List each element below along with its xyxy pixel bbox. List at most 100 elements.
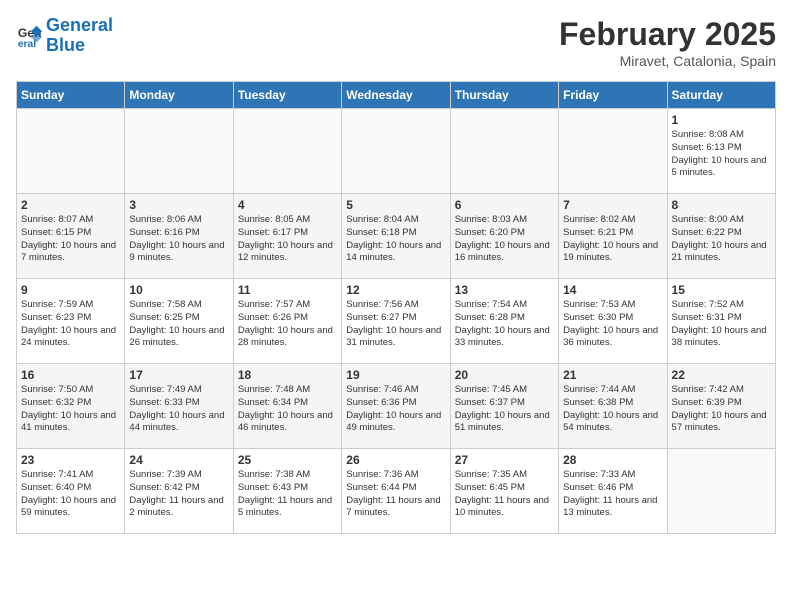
cell-info: Sunrise: 7:54 AM Sunset: 6:28 PM Dayligh… bbox=[455, 299, 554, 350]
day-number: 3 bbox=[129, 198, 228, 212]
calendar-cell: 22Sunrise: 7:42 AM Sunset: 6:39 PM Dayli… bbox=[667, 364, 775, 449]
header-sunday: Sunday bbox=[17, 82, 125, 109]
day-number: 19 bbox=[346, 368, 445, 382]
logo-text: GeneralBlue bbox=[46, 16, 113, 56]
calendar-week-2: 2 Sunrise: 8:07 AM Sunset: 6:15 PM Daylig… bbox=[17, 194, 776, 279]
day-number: 18 bbox=[238, 368, 337, 382]
day-number: 23 bbox=[21, 453, 120, 467]
calendar-table: SundayMondayTuesdayWednesdayThursdayFrid… bbox=[16, 81, 776, 534]
cell-info: Sunrise: 8:02 AM Sunset: 6:21 PM Dayligh… bbox=[563, 214, 662, 265]
calendar-cell: 28 Sunrise: 7:33 AM Sunset: 6:46 PM Dayli… bbox=[559, 449, 667, 534]
calendar-week-1: 1Sunrise: 8:08 AM Sunset: 6:13 PM Daylig… bbox=[17, 109, 776, 194]
calendar-cell: 20 Sunrise: 7:45 AM Sunset: 6:37 PM Dayli… bbox=[450, 364, 558, 449]
header-thursday: Thursday bbox=[450, 82, 558, 109]
calendar-cell: 15Sunrise: 7:52 AM Sunset: 6:31 PM Dayli… bbox=[667, 279, 775, 364]
day-number: 10 bbox=[129, 283, 228, 297]
cell-info: Sunrise: 7:50 AM Sunset: 6:32 PM Dayligh… bbox=[21, 384, 120, 435]
day-number: 13 bbox=[455, 283, 554, 297]
cell-info: Sunrise: 7:59 AM Sunset: 6:23 PM Dayligh… bbox=[21, 299, 120, 350]
day-number: 24 bbox=[129, 453, 228, 467]
calendar-header-row: SundayMondayTuesdayWednesdayThursdayFrid… bbox=[17, 82, 776, 109]
cell-info: Sunrise: 8:06 AM Sunset: 6:16 PM Dayligh… bbox=[129, 214, 228, 265]
cell-info: Sunrise: 7:35 AM Sunset: 6:45 PM Dayligh… bbox=[455, 469, 554, 520]
day-number: 20 bbox=[455, 368, 554, 382]
day-number: 2 bbox=[21, 198, 120, 212]
cell-info: Sunrise: 7:42 AM Sunset: 6:39 PM Dayligh… bbox=[672, 384, 771, 435]
day-number: 6 bbox=[455, 198, 554, 212]
calendar-cell: 8Sunrise: 8:00 AM Sunset: 6:22 PM Daylig… bbox=[667, 194, 775, 279]
calendar-cell: 25Sunrise: 7:38 AM Sunset: 6:43 PM Dayli… bbox=[233, 449, 341, 534]
calendar-cell: 2 Sunrise: 8:07 AM Sunset: 6:15 PM Daylig… bbox=[17, 194, 125, 279]
cell-info: Sunrise: 7:39 AM Sunset: 6:42 PM Dayligh… bbox=[129, 469, 228, 520]
day-number: 21 bbox=[563, 368, 662, 382]
calendar-cell: 10 Sunrise: 7:58 AM Sunset: 6:25 PM Dayli… bbox=[125, 279, 233, 364]
day-number: 11 bbox=[238, 283, 337, 297]
calendar-cell bbox=[559, 109, 667, 194]
calendar-cell: 11 Sunrise: 7:57 AM Sunset: 6:26 PM Dayli… bbox=[233, 279, 341, 364]
calendar-cell bbox=[233, 109, 341, 194]
cell-info: Sunrise: 7:45 AM Sunset: 6:37 PM Dayligh… bbox=[455, 384, 554, 435]
page-header: Gen eral GeneralBlue February 2025 Mirav… bbox=[16, 16, 776, 69]
calendar-cell: 24 Sunrise: 7:39 AM Sunset: 6:42 PM Dayli… bbox=[125, 449, 233, 534]
title-block: February 2025 Miravet, Catalonia, Spain bbox=[559, 16, 776, 69]
cell-info: Sunrise: 8:05 AM Sunset: 6:17 PM Dayligh… bbox=[238, 214, 337, 265]
day-number: 17 bbox=[129, 368, 228, 382]
calendar-cell: 1Sunrise: 8:08 AM Sunset: 6:13 PM Daylig… bbox=[667, 109, 775, 194]
calendar-cell: 26 Sunrise: 7:36 AM Sunset: 6:44 PM Dayli… bbox=[342, 449, 450, 534]
day-number: 15 bbox=[672, 283, 771, 297]
calendar-cell bbox=[667, 449, 775, 534]
day-number: 5 bbox=[346, 198, 445, 212]
day-number: 7 bbox=[563, 198, 662, 212]
svg-text:eral: eral bbox=[18, 39, 36, 50]
month-year: February 2025 bbox=[559, 16, 776, 53]
location: Miravet, Catalonia, Spain bbox=[559, 53, 776, 69]
day-number: 28 bbox=[563, 453, 662, 467]
calendar-cell: 21 Sunrise: 7:44 AM Sunset: 6:38 PM Dayli… bbox=[559, 364, 667, 449]
calendar-week-4: 16 Sunrise: 7:50 AM Sunset: 6:32 PM Dayli… bbox=[17, 364, 776, 449]
calendar-cell bbox=[450, 109, 558, 194]
calendar-cell bbox=[17, 109, 125, 194]
day-number: 25 bbox=[238, 453, 337, 467]
cell-info: Sunrise: 7:58 AM Sunset: 6:25 PM Dayligh… bbox=[129, 299, 228, 350]
cell-info: Sunrise: 8:07 AM Sunset: 6:15 PM Dayligh… bbox=[21, 214, 120, 265]
logo: Gen eral GeneralBlue bbox=[16, 16, 113, 56]
cell-info: Sunrise: 7:33 AM Sunset: 6:46 PM Dayligh… bbox=[563, 469, 662, 520]
calendar-cell bbox=[342, 109, 450, 194]
day-number: 8 bbox=[672, 198, 771, 212]
cell-info: Sunrise: 7:49 AM Sunset: 6:33 PM Dayligh… bbox=[129, 384, 228, 435]
calendar-cell: 7 Sunrise: 8:02 AM Sunset: 6:21 PM Daylig… bbox=[559, 194, 667, 279]
day-number: 14 bbox=[563, 283, 662, 297]
header-monday: Monday bbox=[125, 82, 233, 109]
day-number: 9 bbox=[21, 283, 120, 297]
calendar-week-3: 9 Sunrise: 7:59 AM Sunset: 6:23 PM Daylig… bbox=[17, 279, 776, 364]
cell-info: Sunrise: 7:36 AM Sunset: 6:44 PM Dayligh… bbox=[346, 469, 445, 520]
day-number: 26 bbox=[346, 453, 445, 467]
calendar-cell: 27Sunrise: 7:35 AM Sunset: 6:45 PM Dayli… bbox=[450, 449, 558, 534]
cell-info: Sunrise: 7:41 AM Sunset: 6:40 PM Dayligh… bbox=[21, 469, 120, 520]
calendar-cell bbox=[125, 109, 233, 194]
calendar-cell: 3 Sunrise: 8:06 AM Sunset: 6:16 PM Daylig… bbox=[125, 194, 233, 279]
calendar-cell: 13 Sunrise: 7:54 AM Sunset: 6:28 PM Dayli… bbox=[450, 279, 558, 364]
day-number: 12 bbox=[346, 283, 445, 297]
calendar-cell: 17 Sunrise: 7:49 AM Sunset: 6:33 PM Dayli… bbox=[125, 364, 233, 449]
cell-info: Sunrise: 7:56 AM Sunset: 6:27 PM Dayligh… bbox=[346, 299, 445, 350]
calendar-cell: 5 Sunrise: 8:04 AM Sunset: 6:18 PM Daylig… bbox=[342, 194, 450, 279]
calendar-cell: 12 Sunrise: 7:56 AM Sunset: 6:27 PM Dayli… bbox=[342, 279, 450, 364]
calendar-cell: 4Sunrise: 8:05 AM Sunset: 6:17 PM Daylig… bbox=[233, 194, 341, 279]
day-number: 16 bbox=[21, 368, 120, 382]
header-saturday: Saturday bbox=[667, 82, 775, 109]
header-tuesday: Tuesday bbox=[233, 82, 341, 109]
cell-info: Sunrise: 7:48 AM Sunset: 6:34 PM Dayligh… bbox=[238, 384, 337, 435]
calendar-cell: 16 Sunrise: 7:50 AM Sunset: 6:32 PM Dayli… bbox=[17, 364, 125, 449]
cell-info: Sunrise: 8:04 AM Sunset: 6:18 PM Dayligh… bbox=[346, 214, 445, 265]
cell-info: Sunrise: 7:53 AM Sunset: 6:30 PM Dayligh… bbox=[563, 299, 662, 350]
cell-info: Sunrise: 7:44 AM Sunset: 6:38 PM Dayligh… bbox=[563, 384, 662, 435]
header-wednesday: Wednesday bbox=[342, 82, 450, 109]
cell-info: Sunrise: 7:57 AM Sunset: 6:26 PM Dayligh… bbox=[238, 299, 337, 350]
calendar-week-5: 23 Sunrise: 7:41 AM Sunset: 6:40 PM Dayli… bbox=[17, 449, 776, 534]
cell-info: Sunrise: 8:03 AM Sunset: 6:20 PM Dayligh… bbox=[455, 214, 554, 265]
header-friday: Friday bbox=[559, 82, 667, 109]
calendar-cell: 14 Sunrise: 7:53 AM Sunset: 6:30 PM Dayli… bbox=[559, 279, 667, 364]
cell-info: Sunrise: 8:08 AM Sunset: 6:13 PM Dayligh… bbox=[672, 129, 771, 180]
cell-info: Sunrise: 7:46 AM Sunset: 6:36 PM Dayligh… bbox=[346, 384, 445, 435]
